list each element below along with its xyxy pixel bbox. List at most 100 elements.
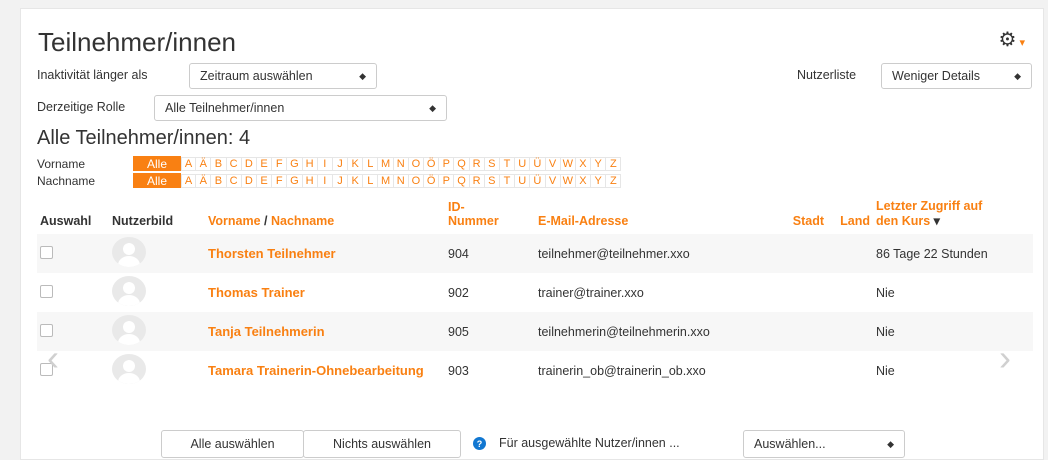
sort-last-access-link[interactable]: Letzter Zugriff auf den Kurs ▾ [873, 199, 1033, 234]
bulk-action-select[interactable]: Auswählen... ◆ [743, 430, 905, 458]
user-name-link[interactable]: Thorsten Teilnehmer [205, 234, 445, 273]
firstname-initial-letter[interactable]: K [348, 156, 364, 171]
lastname-initial-letter[interactable]: R [469, 173, 485, 188]
gear-icon[interactable]: ⚙ [999, 29, 1017, 51]
lastname-initial-letter[interactable]: A [181, 173, 197, 188]
role-select[interactable]: Alle Teilnehmer/innen ◆ [154, 95, 447, 121]
lastname-initial-letter[interactable]: X [575, 173, 592, 188]
select-none-button[interactable]: Nichts auswählen [303, 430, 461, 458]
city-cell [775, 312, 827, 351]
firstname-initial-letter[interactable]: U [515, 156, 531, 171]
lastname-initial-letter[interactable]: F [272, 173, 288, 188]
lastname-initial-letter[interactable]: E [256, 173, 273, 188]
firstname-initial-letter[interactable]: R [469, 156, 485, 171]
sort-firstname-link[interactable]: Vorname [208, 214, 261, 228]
lastname-initial-letter[interactable]: G [287, 173, 303, 188]
lastname-initial-letter[interactable]: M [378, 173, 394, 188]
sort-country-link[interactable]: Land [827, 199, 873, 234]
firstname-initial-letter[interactable]: S [484, 156, 500, 171]
lastname-initial-letter[interactable]: H [302, 173, 318, 188]
select-all-button[interactable]: Alle auswählen [161, 430, 304, 458]
lastname-initial-letter[interactable]: N [393, 173, 409, 188]
user-name-link[interactable]: Tanja Teilnehmerin [205, 312, 445, 351]
lastname-initial-letter[interactable]: B [211, 173, 227, 188]
firstname-initial-letter[interactable]: Ö [424, 156, 440, 171]
lastname-initial-letter[interactable]: Ü [530, 173, 546, 188]
last-access: 86 Tage 22 Stunden [873, 234, 1033, 273]
sort-lastname-link[interactable]: Nachname [271, 214, 334, 228]
lastname-initial-letter[interactable]: J [332, 173, 349, 188]
sort-id-link[interactable]: ID- Nummer [445, 199, 535, 234]
firstname-initial-letter[interactable]: X [575, 156, 592, 171]
avatar [112, 315, 146, 345]
row-checkbox[interactable] [40, 323, 53, 337]
select-arrows-icon: ◆ [429, 102, 436, 113]
lastname-initial-letter[interactable]: L [363, 173, 379, 188]
settings-menu[interactable]: ⚙ ▾ [999, 27, 1025, 52]
firstname-initial-letter[interactable]: B [211, 156, 227, 171]
user-name-link[interactable]: Thomas Trainer [205, 273, 445, 312]
firstname-initial-letter[interactable]: E [256, 156, 273, 171]
firstname-initial-letter[interactable]: C [226, 156, 242, 171]
lastname-initial-letter[interactable]: O [408, 173, 424, 188]
row-checkbox[interactable] [40, 284, 53, 298]
userlist-select[interactable]: Weniger Details ◆ [881, 63, 1032, 89]
city-cell [775, 234, 827, 273]
firstname-initial-letter[interactable]: Q [454, 156, 470, 171]
lastname-initial-letter[interactable]: Ö [424, 173, 440, 188]
id-number: 904 [445, 234, 535, 273]
firstname-initial-letter[interactable]: M [378, 156, 394, 171]
avatar [112, 354, 146, 384]
lastname-initial-letter[interactable]: D [241, 173, 257, 188]
select-arrows-icon: ◆ [359, 70, 366, 81]
lastname-initial-all[interactable]: Alle [133, 173, 181, 188]
lastname-initial-letter[interactable]: I [317, 173, 333, 188]
firstname-initial-all[interactable]: Alle [133, 156, 181, 171]
lastname-initial-letter[interactable]: Q [454, 173, 470, 188]
caret-down-icon: ▾ [1019, 37, 1025, 49]
firstname-initial-letter[interactable]: J [332, 156, 349, 171]
email-address: teilnehmerin@teilnehmerin.xxo [535, 312, 775, 351]
firstname-initial-letter[interactable]: V [545, 156, 561, 171]
firstname-initial-letter[interactable]: Ä [196, 156, 212, 171]
user-name-link[interactable]: Tamara Trainerin-Ohnebearbeitung [205, 351, 445, 390]
firstname-initial-letter[interactable]: A [181, 156, 197, 171]
lastname-initial-letter[interactable]: K [348, 173, 364, 188]
row-checkbox[interactable] [40, 245, 53, 259]
lastname-initial-letter[interactable]: W [560, 173, 576, 188]
inactivity-select[interactable]: Zeitraum auswählen ◆ [189, 63, 377, 89]
lastname-initial-letter[interactable]: S [484, 173, 500, 188]
firstname-initial-letter[interactable]: P [439, 156, 455, 171]
header-select: Auswahl [40, 214, 92, 228]
lastname-initial-letter[interactable]: Z [606, 173, 622, 188]
firstname-initial-letter[interactable]: H [302, 156, 318, 171]
firstname-initial-letter[interactable]: D [241, 156, 257, 171]
firstname-initial-letter[interactable]: L [363, 156, 379, 171]
firstname-initial-letter[interactable]: I [317, 156, 333, 171]
firstname-initial-letter[interactable]: Y [591, 156, 607, 171]
firstname-initial-letter[interactable]: Ü [530, 156, 546, 171]
lastname-initial-letter[interactable]: Ä [196, 173, 212, 188]
lastname-initial-letter[interactable]: C [226, 173, 242, 188]
firstname-initial-letter[interactable]: N [393, 156, 409, 171]
firstname-initial-letter[interactable]: F [272, 156, 288, 171]
firstname-initial-letter[interactable]: W [560, 156, 576, 171]
firstname-initial-letter[interactable]: T [499, 156, 516, 171]
firstname-initial-letter[interactable]: Z [606, 156, 622, 171]
lastname-initial-letter[interactable]: U [515, 173, 531, 188]
sort-email-link[interactable]: E-Mail-Adresse [535, 199, 775, 234]
sort-city-link[interactable]: Stadt [775, 199, 827, 234]
help-icon[interactable]: ? [473, 437, 486, 450]
lastname-initial-letter[interactable]: P [439, 173, 455, 188]
chevron-right-icon[interactable]: › [999, 337, 1011, 379]
header-name: Vorname / Nachname [205, 199, 445, 234]
lastname-initial-letter[interactable]: Y [591, 173, 607, 188]
lastname-initial-letter[interactable]: T [499, 173, 516, 188]
firstname-initial-letter[interactable]: G [287, 156, 303, 171]
country-cell [827, 312, 873, 351]
chevron-left-icon[interactable]: ‹ [47, 337, 59, 379]
header-access-line1: Letzter Zugriff auf [876, 199, 983, 213]
firstname-initial-letter[interactable]: O [408, 156, 424, 171]
table-header-row: Auswahl Nutzerbild Vorname / Nachname ID… [37, 199, 1033, 234]
lastname-initial-letter[interactable]: V [545, 173, 561, 188]
